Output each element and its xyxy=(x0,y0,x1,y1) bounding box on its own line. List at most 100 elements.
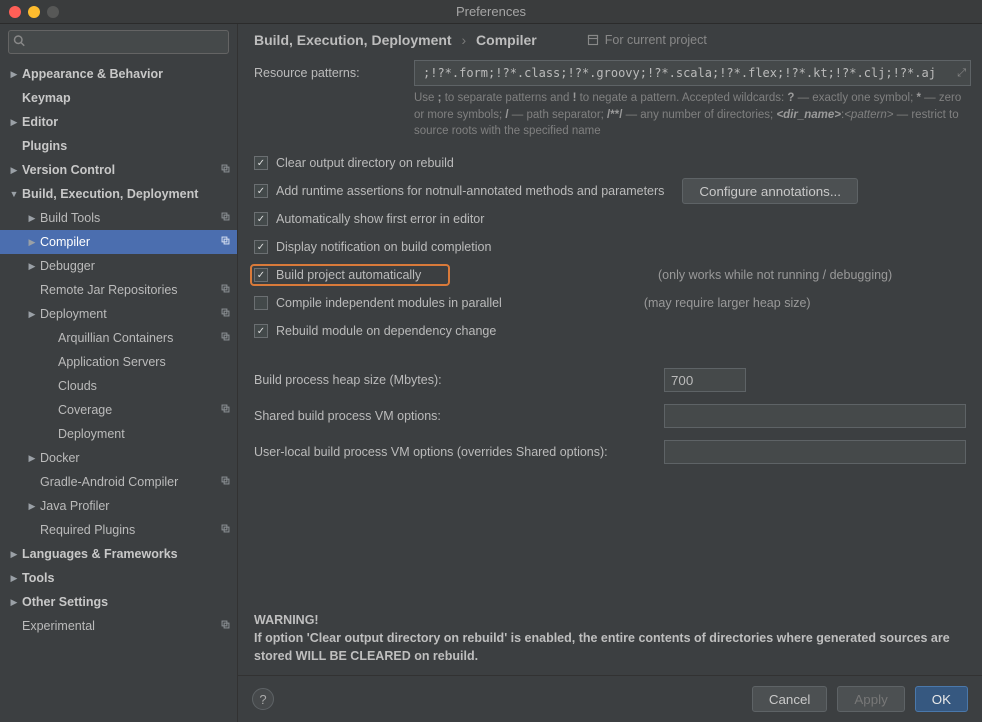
build-notify-checkbox[interactable] xyxy=(254,240,268,254)
titlebar: Preferences xyxy=(0,0,982,24)
sidebar-item-label: Languages & Frameworks xyxy=(22,547,231,561)
sidebar-item-label: Tools xyxy=(22,571,231,585)
project-scope-icon xyxy=(220,403,231,417)
zoom-window-icon xyxy=(47,6,59,18)
chevron-right-icon[interactable] xyxy=(8,549,20,560)
sidebar-item-required-plugins[interactable]: Required Plugins xyxy=(0,518,237,542)
for-current-project-label: For current project xyxy=(587,33,707,47)
chevron-right-icon[interactable] xyxy=(8,117,20,128)
sidebar-item-label: Build Tools xyxy=(40,211,216,225)
sidebar-item-docker[interactable]: Docker xyxy=(0,446,237,470)
auto-first-error-checkbox[interactable] xyxy=(254,212,268,226)
sidebar-item-label: Compiler xyxy=(40,235,216,249)
project-scope-icon xyxy=(220,523,231,537)
cancel-button[interactable]: Cancel xyxy=(752,686,828,712)
sidebar-item-label: Required Plugins xyxy=(40,523,216,537)
sidebar-item-label: Remote Jar Repositories xyxy=(40,283,216,297)
sidebar-item-other-settings[interactable]: Other Settings xyxy=(0,590,237,614)
ok-button[interactable]: OK xyxy=(915,686,968,712)
search-input[interactable] xyxy=(8,30,229,54)
chevron-right-icon[interactable] xyxy=(8,573,20,584)
sidebar-item-build-execution-deployment[interactable]: Build, Execution, Deployment xyxy=(0,182,237,206)
chevron-right-icon[interactable] xyxy=(26,261,38,272)
sidebar-item-label: Coverage xyxy=(58,403,216,417)
sidebar-item-debugger[interactable]: Debugger xyxy=(0,254,237,278)
sidebar-item-remote-jar-repositories[interactable]: Remote Jar Repositories xyxy=(0,278,237,302)
sidebar-item-appearance-behavior[interactable]: Appearance & Behavior xyxy=(0,62,237,86)
sidebar-item-build-tools[interactable]: Build Tools xyxy=(0,206,237,230)
build-notify-label: Display notification on build completion xyxy=(276,240,491,254)
resource-patterns-input[interactable] xyxy=(414,60,971,86)
sidebar-item-label: Java Profiler xyxy=(40,499,231,513)
breadcrumb: Build, Execution, Deployment › Compiler xyxy=(254,32,537,48)
runtime-assert-checkbox[interactable] xyxy=(254,184,268,198)
sidebar-item-languages-frameworks[interactable]: Languages & Frameworks xyxy=(0,542,237,566)
sidebar-item-gradle-android-compiler[interactable]: Gradle-Android Compiler xyxy=(0,470,237,494)
sidebar-item-editor[interactable]: Editor xyxy=(0,110,237,134)
sidebar-item-label: Docker xyxy=(40,451,231,465)
sidebar-item-label: Other Settings xyxy=(22,595,231,609)
sidebar-item-label: Arquillian Containers xyxy=(58,331,216,345)
clear-output-label: Clear output directory on rebuild xyxy=(276,156,454,170)
configure-annotations-button[interactable]: Configure annotations... xyxy=(682,178,858,204)
chevron-right-icon[interactable] xyxy=(26,213,38,224)
sidebar-item-clouds[interactable]: Clouds xyxy=(0,374,237,398)
close-window-icon[interactable] xyxy=(9,6,21,18)
chevron-right-icon[interactable] xyxy=(26,309,38,320)
chevron-right-icon[interactable] xyxy=(8,165,20,176)
sidebar-item-keymap[interactable]: Keymap xyxy=(0,86,237,110)
parallel-compile-checkbox[interactable] xyxy=(254,296,268,310)
project-scope-icon xyxy=(220,235,231,249)
chevron-right-icon[interactable] xyxy=(8,69,20,80)
rebuild-dep-checkbox[interactable] xyxy=(254,324,268,338)
sidebar-item-version-control[interactable]: Version Control xyxy=(0,158,237,182)
window-controls xyxy=(0,6,59,18)
userlocal-vm-label: User-local build process VM options (ove… xyxy=(254,445,654,459)
sidebar-item-tools[interactable]: Tools xyxy=(0,566,237,590)
apply-button[interactable]: Apply xyxy=(837,686,904,712)
sidebar-item-label: Build, Execution, Deployment xyxy=(22,187,231,201)
sidebar-item-label: Debugger xyxy=(40,259,231,273)
project-scope-icon xyxy=(220,619,231,633)
project-scope-icon xyxy=(220,163,231,177)
resource-patterns-label: Resource patterns: xyxy=(254,66,404,80)
sidebar-item-arquillian-containers[interactable]: Arquillian Containers xyxy=(0,326,237,350)
sidebar-item-java-profiler[interactable]: Java Profiler xyxy=(0,494,237,518)
chevron-right-icon[interactable] xyxy=(26,501,38,512)
build-auto-checkbox[interactable] xyxy=(254,268,268,282)
heap-size-label: Build process heap size (Mbytes): xyxy=(254,373,654,387)
breadcrumb-part[interactable]: Build, Execution, Deployment xyxy=(254,32,452,48)
chevron-down-icon[interactable] xyxy=(8,189,20,199)
sidebar-item-label: Application Servers xyxy=(58,355,231,369)
sidebar-item-experimental[interactable]: Experimental xyxy=(0,614,237,638)
window-title: Preferences xyxy=(0,4,982,19)
warning-text: If option 'Clear output directory on reb… xyxy=(254,629,966,665)
help-button[interactable]: ? xyxy=(252,688,274,710)
runtime-assert-label: Add runtime assertions for notnull-annot… xyxy=(276,184,664,198)
sidebar-item-plugins[interactable]: Plugins xyxy=(0,134,237,158)
sidebar-item-label: Gradle-Android Compiler xyxy=(40,475,216,489)
sidebar-item-coverage[interactable]: Coverage xyxy=(0,398,237,422)
chevron-right-icon[interactable] xyxy=(26,237,38,248)
clear-output-checkbox[interactable] xyxy=(254,156,268,170)
shared-vm-input[interactable] xyxy=(664,404,966,428)
build-auto-label: Build project automatically xyxy=(276,268,421,282)
sidebar-item-label: Deployment xyxy=(40,307,216,321)
shared-vm-label: Shared build process VM options: xyxy=(254,409,654,423)
sidebar-item-compiler[interactable]: Compiler xyxy=(0,230,237,254)
sidebar-item-deployment[interactable]: Deployment xyxy=(0,422,237,446)
sidebar-item-label: Experimental xyxy=(22,619,216,633)
rebuild-dep-label: Rebuild module on dependency change xyxy=(276,324,496,338)
userlocal-vm-input[interactable] xyxy=(664,440,966,464)
parallel-compile-label: Compile independent modules in parallel xyxy=(276,296,502,310)
minimize-window-icon[interactable] xyxy=(28,6,40,18)
heap-size-input[interactable] xyxy=(664,368,746,392)
auto-first-error-label: Automatically show first error in editor xyxy=(276,212,484,226)
project-scope-icon xyxy=(220,211,231,225)
sidebar-item-deployment[interactable]: Deployment xyxy=(0,302,237,326)
build-auto-highlight: Build project automatically xyxy=(250,264,450,286)
chevron-right-icon[interactable] xyxy=(8,597,20,608)
project-scope-icon xyxy=(220,331,231,345)
chevron-right-icon[interactable] xyxy=(26,453,38,464)
sidebar-item-application-servers[interactable]: Application Servers xyxy=(0,350,237,374)
